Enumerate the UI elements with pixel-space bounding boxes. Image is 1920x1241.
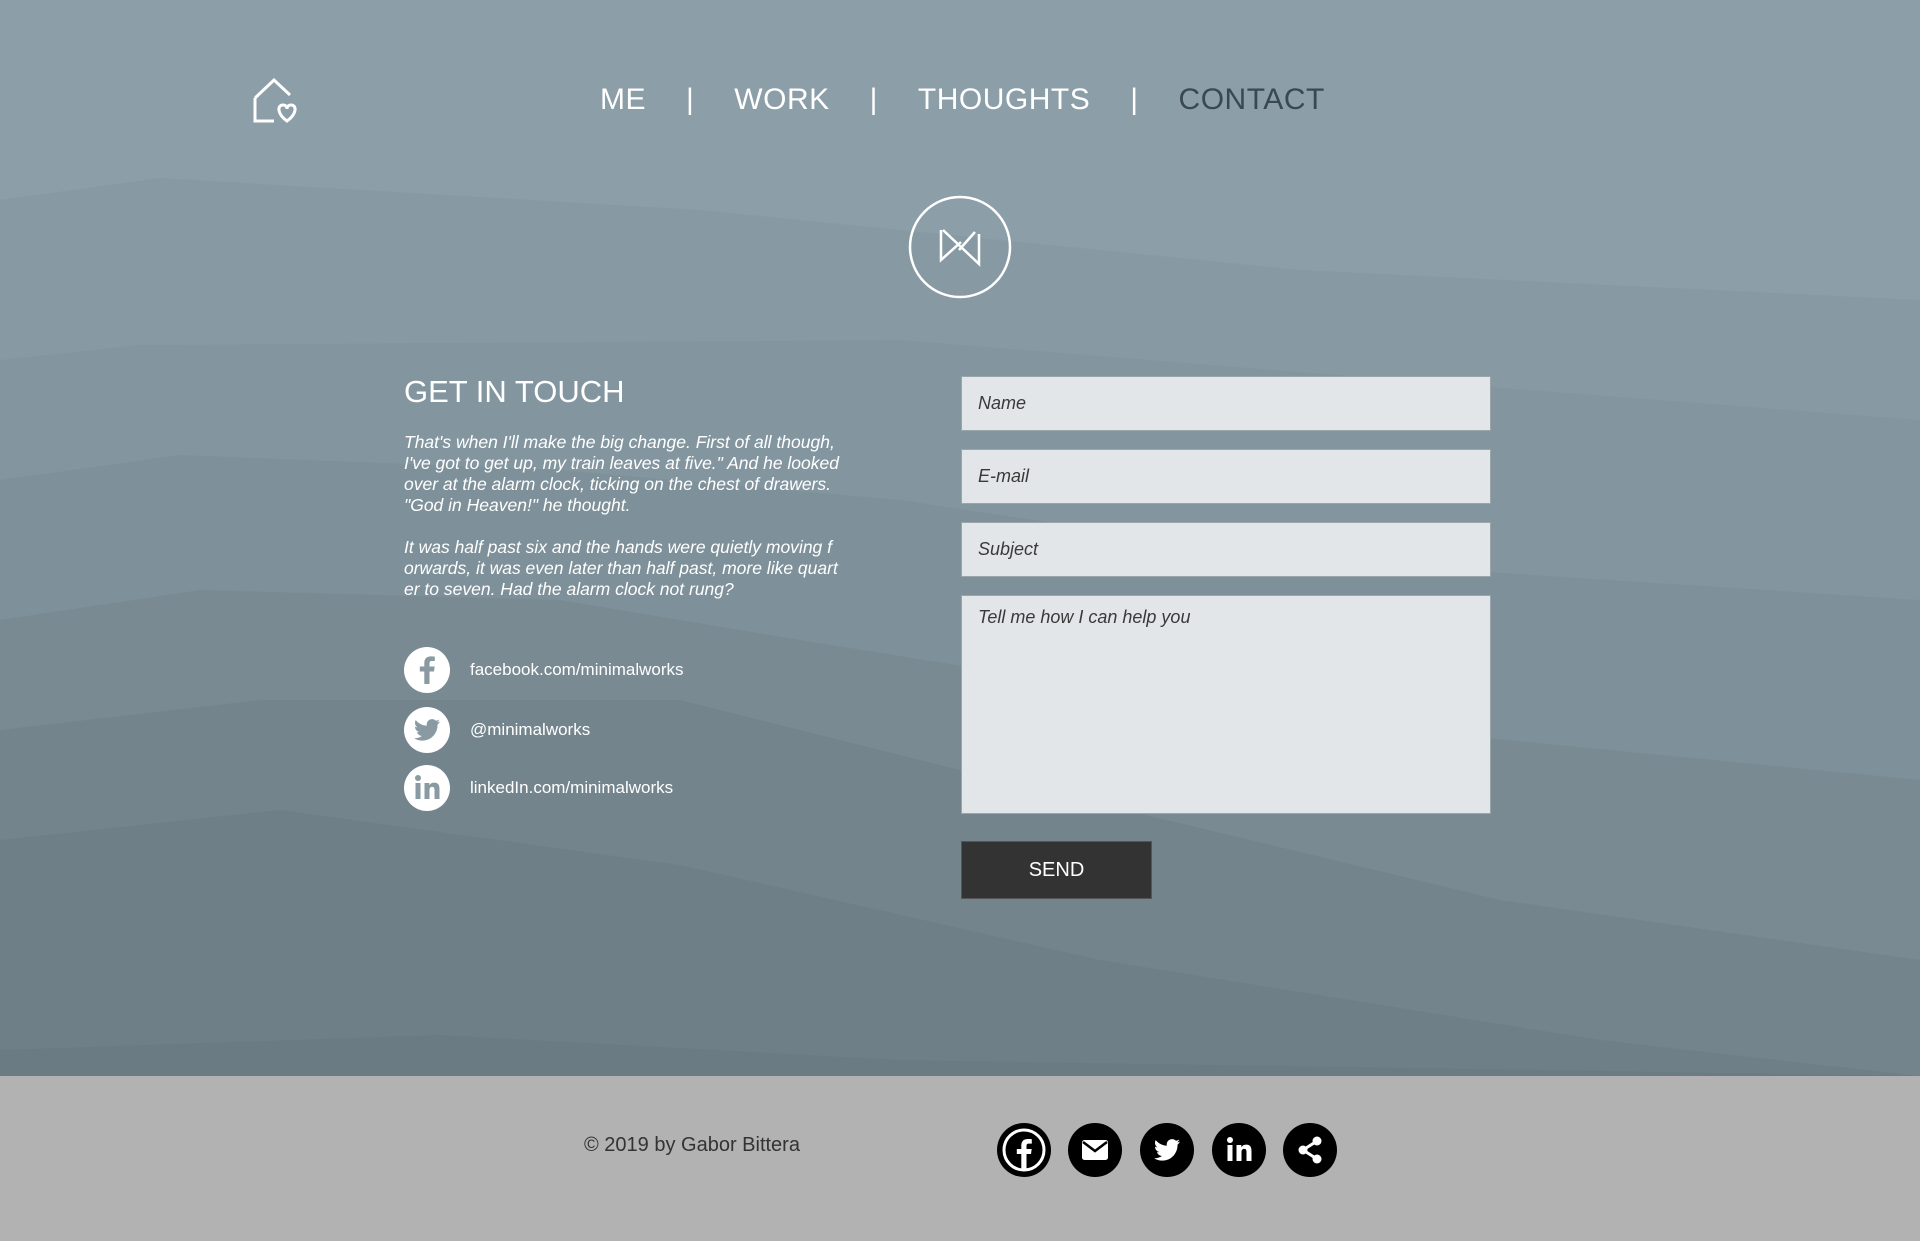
facebook-link-label[interactable]: facebook.com/minimalworks bbox=[470, 660, 684, 680]
footer-linkedin-icon[interactable] bbox=[1212, 1123, 1266, 1177]
twitter-link-label[interactable]: @minimalworks bbox=[470, 720, 590, 740]
subject-input[interactable] bbox=[961, 522, 1491, 577]
footer-facebook-icon[interactable] bbox=[997, 1123, 1051, 1177]
nav-item-me[interactable]: ME bbox=[600, 83, 646, 117]
twitter-icon bbox=[404, 707, 450, 753]
footer-mail-icon[interactable] bbox=[1068, 1123, 1122, 1177]
linkedin-icon bbox=[404, 765, 450, 811]
facebook-icon bbox=[404, 647, 450, 693]
contact-paragraph-2: It was half past six and the hands were … bbox=[404, 537, 838, 599]
hero-section: ME | WORK | THOUGHTS | CONTACT GET IN TO… bbox=[0, 0, 1920, 1076]
nav-item-thoughts[interactable]: THOUGHTS bbox=[918, 83, 1090, 117]
nw-monogram-logo[interactable] bbox=[907, 194, 1013, 300]
message-textarea[interactable] bbox=[961, 595, 1491, 814]
mountain-background bbox=[0, 0, 1920, 1076]
copyright-text: © 2019 by Gabor Bittera bbox=[584, 1134, 800, 1156]
contact-paragraph-1: That's when I'll make the big change. Fi… bbox=[404, 432, 839, 515]
home-icon[interactable] bbox=[252, 76, 302, 124]
nav-item-work[interactable]: WORK bbox=[734, 83, 829, 117]
twitter-link[interactable]: @minimalworks bbox=[404, 707, 590, 753]
linkedin-link-label[interactable]: linkedIn.com/minimalworks bbox=[470, 778, 673, 798]
nav-separator: | bbox=[686, 83, 695, 116]
send-button[interactable]: SEND bbox=[961, 841, 1152, 899]
footer-share-icon[interactable] bbox=[1283, 1123, 1337, 1177]
footer-twitter-icon[interactable] bbox=[1140, 1123, 1194, 1177]
name-input[interactable] bbox=[961, 376, 1491, 431]
nav-item-contact[interactable]: CONTACT bbox=[1179, 83, 1325, 117]
main-nav: ME | WORK | THOUGHTS | CONTACT bbox=[600, 76, 1325, 124]
linkedin-link[interactable]: linkedIn.com/minimalworks bbox=[404, 765, 673, 811]
email-input[interactable] bbox=[961, 449, 1491, 504]
footer bbox=[0, 1076, 1920, 1241]
contact-title: GET IN TOUCH bbox=[404, 374, 625, 409]
facebook-link[interactable]: facebook.com/minimalworks bbox=[404, 647, 684, 693]
nav-separator: | bbox=[869, 83, 878, 116]
nav-separator: | bbox=[1130, 83, 1139, 116]
